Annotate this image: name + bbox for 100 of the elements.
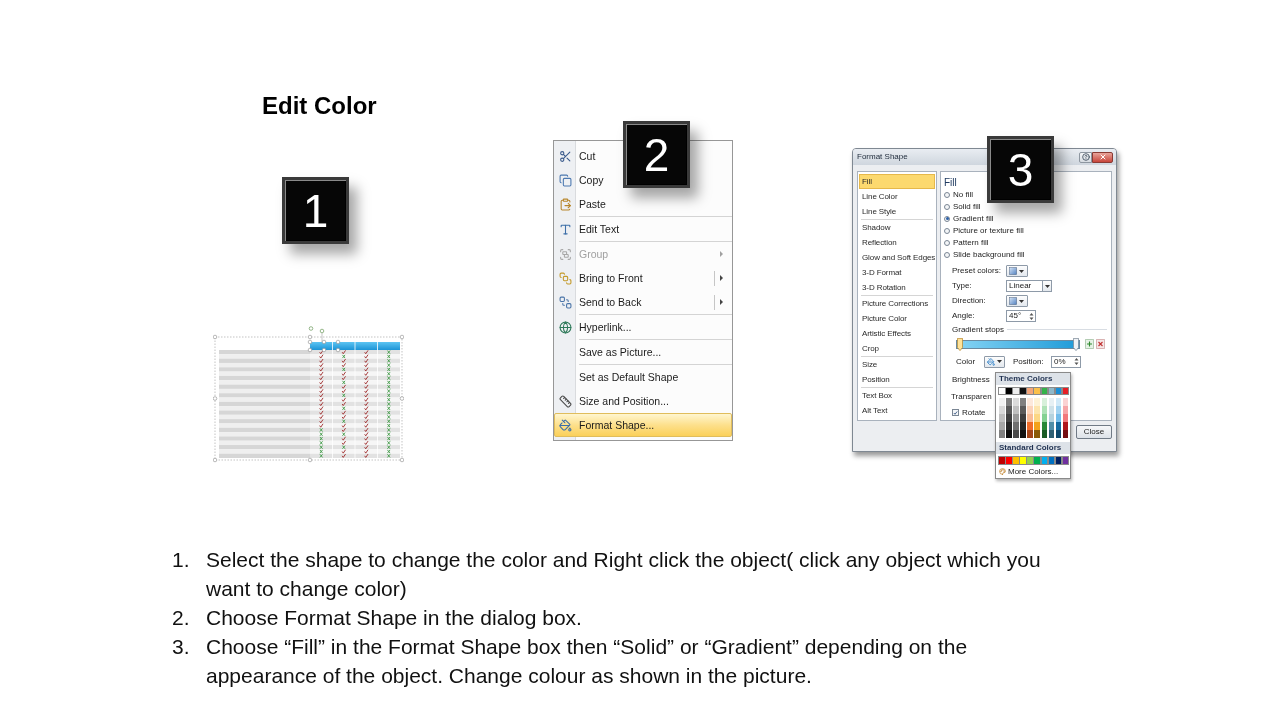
category-item[interactable]: Reflection [859,235,935,250]
color-swatch-icon[interactable] [1048,457,1055,464]
color-swatch-icon[interactable] [999,430,1005,438]
category-item[interactable]: Shadow [859,220,935,235]
color-swatch-icon[interactable] [1062,388,1069,394]
radio-option[interactable]: Slide background fill [944,248,1025,261]
color-swatch-icon[interactable] [1006,398,1012,406]
color-swatch-icon[interactable] [1013,388,1019,394]
menu-item[interactable]: Send to Back [554,290,732,314]
category-item[interactable]: Crop [859,341,935,356]
radio-option[interactable]: Solid fill [944,200,981,213]
category-item[interactable]: Text Box [859,388,935,403]
color-swatch-icon[interactable] [1048,414,1055,422]
cross-icon[interactable] [1096,339,1105,350]
color-swatch-icon[interactable] [999,388,1005,394]
category-item[interactable]: 3-D Rotation [859,280,935,295]
color-swatch-icon[interactable] [1006,457,1012,464]
color-swatch-icon[interactable] [1013,430,1019,438]
color-swatch-icon[interactable] [1041,430,1048,438]
color-swatch-icon[interactable] [1034,430,1040,438]
color-swatch-icon[interactable] [1020,414,1026,422]
close-button[interactable] [1092,151,1113,163]
category-item[interactable]: Glow and Soft Edges [859,250,935,265]
category-item[interactable]: 3-D Format [859,265,935,280]
color-swatch-icon[interactable] [1055,430,1062,438]
angle-spinner[interactable]: 45° [1006,310,1036,322]
color-swatch-icon[interactable] [1041,406,1048,414]
color-swatch-icon[interactable] [1020,398,1026,406]
color-swatch-icon[interactable] [1006,430,1012,438]
color-swatch-icon[interactable] [1020,422,1026,430]
color-swatch-icon[interactable] [1013,457,1019,464]
menu-item[interactable]: Hyperlink... [554,315,637,339]
color-swatch-icon[interactable] [1027,398,1033,406]
direction-dropdown[interactable] [1006,295,1028,308]
checkbox-option[interactable]: Rotate [944,405,986,421]
color-swatch-icon[interactable] [1013,414,1019,422]
category-item[interactable]: Alt Text [859,403,935,418]
color-swatch-icon[interactable] [1027,430,1033,438]
color-swatch-icon[interactable] [1062,406,1069,414]
radio-option[interactable]: No fill [944,189,973,201]
color-swatch-icon[interactable] [1034,398,1040,406]
help-button[interactable] [1079,151,1092,163]
color-swatch-icon[interactable] [1027,414,1033,422]
color-swatch-icon[interactable] [1006,406,1012,414]
category-item[interactable]: Fill [859,174,935,189]
color-swatch-icon[interactable] [1041,457,1048,464]
color-swatch-icon[interactable] [1013,406,1019,414]
color-dropdown[interactable] [984,355,1005,368]
category-item[interactable]: Line Style [859,204,935,219]
more-colors-item[interactable]: More Colors... [996,466,1061,477]
color-swatch-icon[interactable] [1048,398,1055,406]
category-item[interactable]: Artistic Effects [859,326,935,341]
category-item[interactable]: Picture Color [859,311,935,326]
menu-item[interactable]: Size and Position... [554,389,674,413]
type-dropdown[interactable]: Linear [1006,280,1052,293]
color-swatch-icon[interactable] [1041,414,1048,422]
color-swatch-icon[interactable] [1062,398,1069,406]
color-swatch-icon[interactable] [1034,422,1040,430]
menu-item[interactable]: Cut [554,144,601,168]
color-swatch-icon[interactable] [1062,430,1069,438]
color-swatch-icon[interactable] [999,414,1005,422]
color-swatch-icon[interactable] [1006,414,1012,422]
color-swatch-icon[interactable] [999,422,1005,430]
color-swatch-icon[interactable] [1020,430,1026,438]
color-swatch-icon[interactable] [1013,398,1019,406]
color-swatch-icon[interactable] [1013,422,1019,430]
color-swatch-icon[interactable] [1034,457,1040,464]
color-swatch-icon[interactable] [1027,388,1033,394]
color-swatch-icon[interactable] [1055,422,1062,430]
radio-option[interactable]: Gradient fill [944,212,994,225]
color-swatch-icon[interactable] [1034,414,1040,422]
color-swatch-icon[interactable] [1062,414,1069,422]
color-swatch-icon[interactable] [1006,422,1012,430]
position-spinner[interactable]: 0% [1051,355,1081,368]
color-swatch-icon[interactable] [1027,422,1033,430]
menu-item[interactable]: Bring to Front [554,266,732,290]
color-swatch-icon[interactable] [1048,406,1055,414]
color-swatch-icon[interactable] [1020,388,1026,394]
color-swatch-icon[interactable] [1041,422,1048,430]
gradient-stops-slider[interactable] [956,339,1080,349]
color-swatch-icon[interactable] [999,406,1005,414]
category-item[interactable]: Line Color [859,189,935,204]
preset-colors-dropdown[interactable] [1006,265,1028,278]
gradient-stop-handle[interactable] [957,338,963,352]
color-swatch-icon[interactable] [1055,406,1062,414]
color-swatch-icon[interactable] [999,457,1005,464]
color-swatch-icon[interactable] [1034,406,1040,414]
menu-item[interactable]: Save as Picture... [554,340,667,364]
radio-option[interactable]: Picture or texture fill [944,224,1024,237]
category-item[interactable]: Position [859,372,935,387]
color-swatch-icon[interactable] [1041,388,1048,394]
plus-icon[interactable] [1085,339,1094,350]
color-swatch-icon[interactable] [1055,414,1062,422]
color-swatch-icon[interactable] [1048,422,1055,430]
color-swatch-icon[interactable] [1020,457,1026,464]
color-swatch-icon[interactable] [1055,398,1062,406]
close-dialog-button[interactable]: Close [1076,425,1112,439]
menu-item[interactable]: Set as Default Shape [554,365,684,389]
color-swatch-icon[interactable] [1048,388,1055,394]
category-item[interactable]: Size [859,357,935,372]
